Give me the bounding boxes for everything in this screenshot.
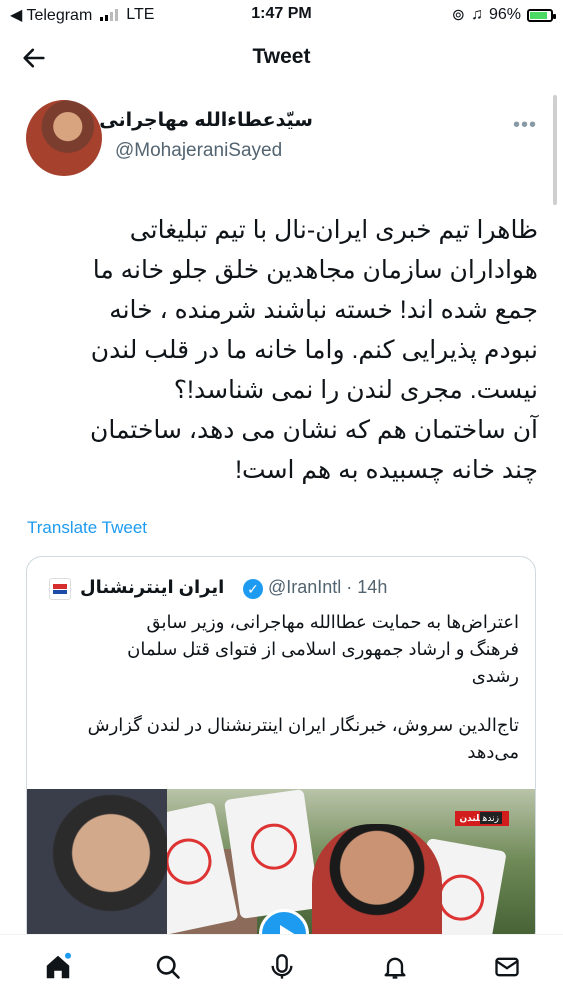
verified-icon: ✓ (243, 579, 263, 599)
quoted-line: فرهنگ و ارشاد جمهوری اسلامی از فتوای قتل… (127, 639, 519, 659)
home-icon[interactable] (38, 947, 78, 987)
tweet-line: نیست. مجری لندن را نمی شناسد!؟ (173, 376, 538, 404)
tweet-line: هواداران سازمان مجاهدین خلق جلو خانه ما (92, 256, 538, 284)
tweet-line: جمع شده اند! خسته نباشند شرمنده ، خانه (109, 296, 538, 324)
quoted-line: می‌دهد (467, 742, 519, 762)
page-title: Tweet (252, 45, 311, 68)
quoted-tweet[interactable]: ایران اینترنشنال ✓ @IranIntl · 14h اعترا… (26, 556, 536, 948)
tweet-line: ظاهرا تیم خبری ایران-نال با تیم تبلیغاتی (129, 216, 538, 244)
bottom-nav (0, 934, 563, 1001)
author-name[interactable]: سیّدعطاءالله مهاجرانی (99, 109, 313, 132)
quoted-line: تاج‌الدین سروش، خبرنگار ایران اینترنشنال… (87, 715, 519, 735)
quoted-line: اعتراض‌ها به حمایت عطاالله مهاجرانی، وزی… (146, 612, 519, 632)
tweet-line: چند خانه چسبیده به هم است! (235, 456, 538, 484)
quoted-author-name: ایران اینترنشنال (80, 577, 225, 597)
quoted-text: اعتراض‌ها به حمایت عطاالله مهاجرانی، وزی… (39, 609, 519, 766)
status-bar: ◀ Telegram LTE 1:47 PM ⊚ ♫ 96% (0, 0, 563, 30)
live-badge: زندهلندن (455, 811, 509, 826)
more-options-icon[interactable]: ••• (513, 114, 537, 137)
spaces-icon[interactable] (262, 947, 302, 987)
protester-figure (312, 824, 442, 947)
iranintl-logo (49, 578, 71, 600)
quoted-header: ایران اینترنشنال ✓ @IranIntl · 14h (49, 575, 519, 603)
quoted-handle: @IranIntl · 14h (268, 577, 388, 597)
quoted-line: رشدی (471, 666, 519, 686)
tweet-text: ظاهرا تیم خبری ایران-نال با تیم تبلیغاتی… (20, 210, 538, 490)
battery-icon (527, 8, 556, 22)
battery-percent: 96% (488, 6, 521, 23)
author-handle[interactable]: @MohajeraniSayed (115, 140, 282, 162)
tweet-line: نبودم پذیرایی کنم. واما خانه ما در قلب ل… (90, 336, 538, 364)
reporter-figure (27, 789, 167, 947)
avatar[interactable] (26, 100, 102, 176)
search-icon[interactable] (148, 947, 188, 987)
top-bar: Tweet (0, 30, 563, 86)
headphones-icon: ♫ (470, 6, 483, 23)
tweet-line: آن ساختمان هم که نشان می دهد، ساختمان (89, 416, 538, 444)
video-thumbnail[interactable]: زندهلندن (27, 789, 535, 947)
messages-icon[interactable] (487, 947, 527, 987)
scrollbar[interactable] (553, 95, 557, 205)
translate-tweet-link[interactable]: Translate Tweet (27, 518, 147, 538)
notifications-icon[interactable] (375, 947, 415, 987)
flag (224, 789, 320, 919)
rotation-lock-icon: ⊚ (451, 7, 465, 24)
